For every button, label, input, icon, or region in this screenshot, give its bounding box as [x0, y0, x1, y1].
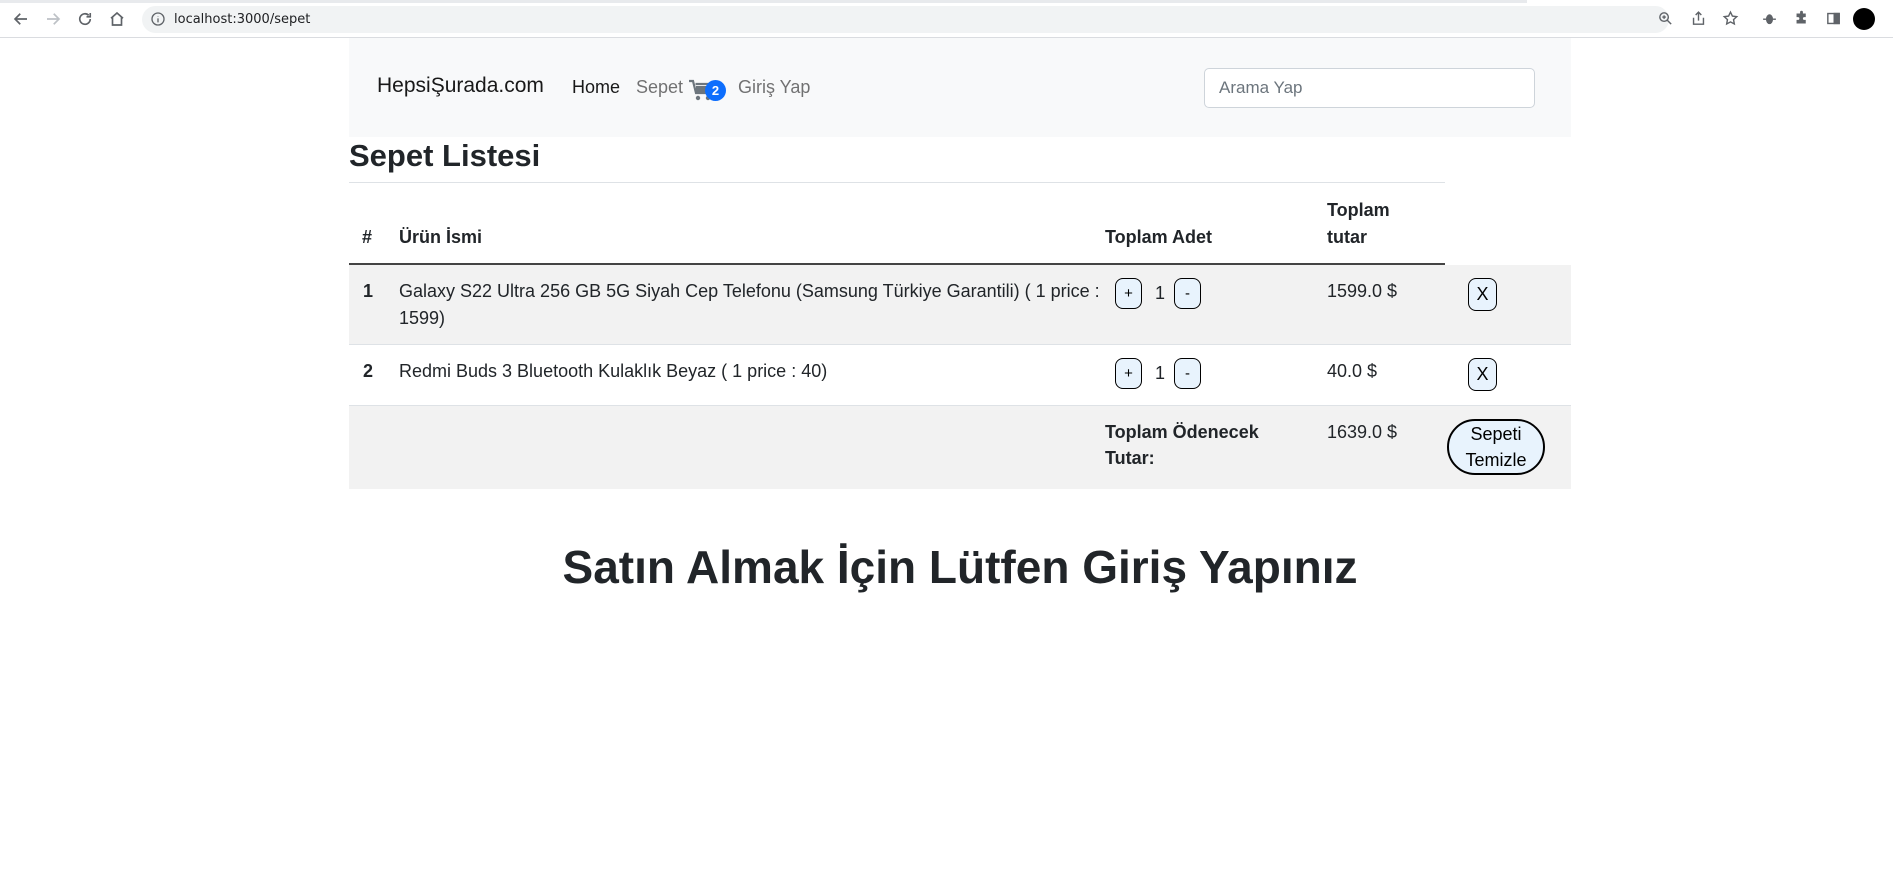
nav-sepet[interactable]: Sepet [636, 77, 683, 98]
grand-total-label: Toplam Ödenecek [1105, 422, 1259, 442]
address-bar[interactable]: localhost:3000/sepet [142, 6, 1669, 33]
row-product-name: Galaxy S22 Ultra 256 GB 5G Siyah Cep Tel… [399, 281, 1100, 301]
share-icon[interactable] [1688, 8, 1708, 28]
brand-link[interactable]: HepsiŞurada.com [377, 74, 544, 98]
extension-bug-icon[interactable] [1759, 8, 1779, 28]
row-product-name-cont: 1599) [399, 308, 446, 328]
header-name: Ürün İsmi [399, 227, 483, 247]
puzzle-icon[interactable] [1791, 8, 1811, 28]
tab-strip [0, 0, 1527, 3]
reload-icon[interactable] [74, 8, 96, 30]
grand-total-value: 1639.0 $ [1327, 422, 1398, 442]
cart-count-badge: 2 [705, 80, 726, 101]
url-text[interactable]: localhost:3000/sepet [174, 12, 310, 27]
login-required-message: Satın Almak İçin Lütfen Giriş Yapınız [562, 541, 1358, 593]
nav-home[interactable]: Home [572, 77, 620, 98]
grand-total-label-cont: Tutar: [1105, 448, 1155, 468]
qty-value: 1 [1155, 363, 1166, 383]
header-total-line1: Toplam [1327, 200, 1390, 220]
decrease-qty-button[interactable]: - [1174, 358, 1201, 389]
search-input[interactable] [1204, 68, 1535, 108]
page-title: Sepet Listesi [349, 138, 541, 173]
qty-value: 1 [1155, 283, 1166, 303]
clear-cart-label: Sepeti Temizle [1465, 424, 1527, 470]
row-product-name: Redmi Buds 3 Bluetooth Kulaklık Beyaz ( … [399, 361, 828, 381]
remove-item-button[interactable]: X [1468, 278, 1497, 311]
browser-toolbar: localhost:3000/sepet [0, 0, 1893, 38]
row-total: 40.0 $ [1327, 361, 1378, 381]
info-icon[interactable] [150, 11, 166, 27]
remove-item-button[interactable]: X [1468, 358, 1497, 391]
row-total: 1599.0 $ [1327, 281, 1398, 301]
header-quantity: Toplam Adet [1105, 227, 1212, 247]
row-index: 2 [363, 361, 374, 381]
zoom-icon[interactable] [1655, 8, 1675, 28]
star-icon[interactable] [1720, 8, 1740, 28]
clear-cart-button[interactable]: Sepeti Temizle [1447, 419, 1545, 475]
decrease-qty-button[interactable]: - [1174, 278, 1201, 309]
row-index: 1 [363, 281, 374, 301]
increase-qty-button[interactable]: + [1115, 278, 1142, 309]
header-total-line2: tutar [1327, 227, 1367, 247]
side-panel-icon[interactable] [1823, 8, 1843, 28]
site-navbar: HepsiŞurada.com Home Sepet 2 Giriş Yap [349, 38, 1571, 137]
title-divider [349, 182, 1445, 183]
forward-icon[interactable] [42, 8, 64, 30]
back-icon[interactable] [10, 8, 32, 30]
header-index: # [362, 227, 373, 247]
increase-qty-button[interactable]: + [1115, 358, 1142, 389]
profile-avatar[interactable] [1853, 8, 1875, 30]
home-icon[interactable] [106, 8, 128, 30]
nav-login[interactable]: Giriş Yap [738, 77, 810, 98]
